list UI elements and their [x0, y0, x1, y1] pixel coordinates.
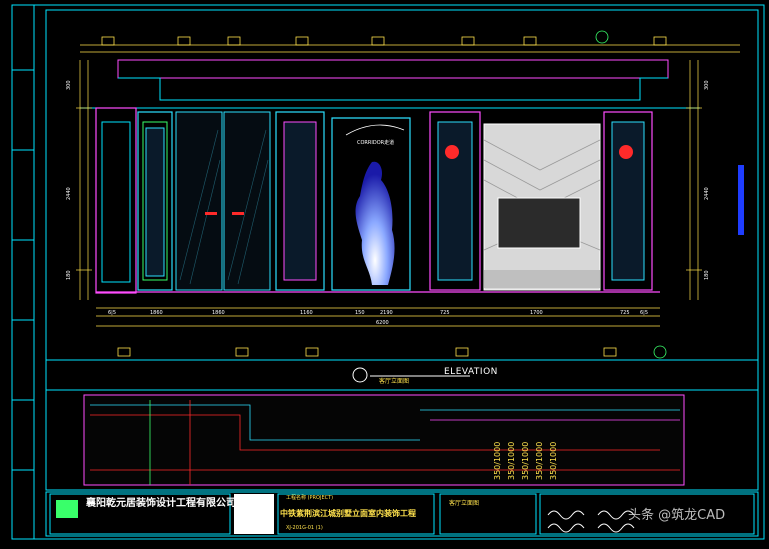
signature-scribbles — [547, 510, 635, 533]
elevation-marker — [352, 367, 368, 383]
glass-doors — [175, 111, 271, 291]
hatch-label: 350/1000 — [507, 442, 516, 480]
right-dimension-label: 300 — [704, 80, 710, 90]
watermark: 头条 @筑龙CAD — [628, 508, 726, 523]
company-name: 襄阳乾元居装饰设计工程有限公司 — [86, 498, 236, 509]
bottom-dimension-label: 1860 — [212, 310, 225, 316]
ceiling-cornice — [117, 59, 669, 79]
hatch-label: 350/1000 — [535, 442, 544, 480]
project-name: 中铁紫荆滨江城别墅立面室内装饰工程 — [280, 509, 416, 518]
side-strip — [11, 4, 35, 540]
project-label: 工程名称 (PROJECT) — [286, 495, 334, 501]
company-logo — [56, 500, 78, 518]
cad-elevation-drawing: 350/1000 350/1000 350/1000 350/1000 350/… — [11, 4, 765, 540]
bottom-dimension-label: 1860 — [150, 310, 163, 316]
hatch-label: 350/1000 — [493, 442, 502, 480]
top-dimension-lines — [80, 44, 740, 53]
tv-screen — [497, 197, 581, 249]
mid-ornament-panel — [283, 121, 317, 281]
tv-console — [484, 270, 600, 288]
hatch-label: 350/1000 — [521, 442, 530, 480]
ceiling-drop — [118, 77, 668, 101]
left-dimension-label: 300 — [66, 80, 72, 90]
bottom-dimension-label: 725 — [440, 310, 450, 316]
sheet-title: 客厅立面图 — [449, 500, 480, 507]
qr-code — [234, 494, 274, 534]
left-ornament-panel — [145, 127, 165, 277]
left-dimension-label: 180 — [66, 270, 72, 280]
bottom-dimension-label: 6|5 — [640, 310, 648, 316]
bottom-callout-tags — [117, 345, 667, 359]
right-marker-bar — [738, 165, 744, 235]
bottom-dimension-label: 1700 — [530, 310, 543, 316]
right-dimension-label: 2440 — [704, 187, 710, 200]
bottom-dimension-label: 150 — [355, 310, 365, 316]
cad-drawing-viewport: 350/1000 350/1000 350/1000 350/1000 350/… — [0, 0, 769, 545]
right-dimension-label: 180 — [704, 270, 710, 280]
left-dimension-label: 2440 — [66, 187, 72, 200]
hatch-label: 350/1000 — [549, 442, 558, 480]
drawing-number: XJ-201G-01 (1) — [286, 525, 323, 531]
total-dimension: 6200 — [376, 320, 389, 326]
elevation-subtitle: 客厅立面图 — [379, 378, 410, 385]
corridor-label: CORRIDOR走道 — [357, 140, 395, 146]
side-strip-ticks — [12, 69, 34, 471]
bottom-dimension-label: 1160 — [300, 310, 313, 316]
bottom-dimension-label: 2190 — [380, 310, 393, 316]
bottom-dimension-label: 725 — [620, 310, 630, 316]
elevation-label: ELEVATION — [444, 367, 498, 377]
bottom-dimension-label: 6|5 — [108, 310, 116, 316]
top-callout-tags — [101, 30, 667, 46]
